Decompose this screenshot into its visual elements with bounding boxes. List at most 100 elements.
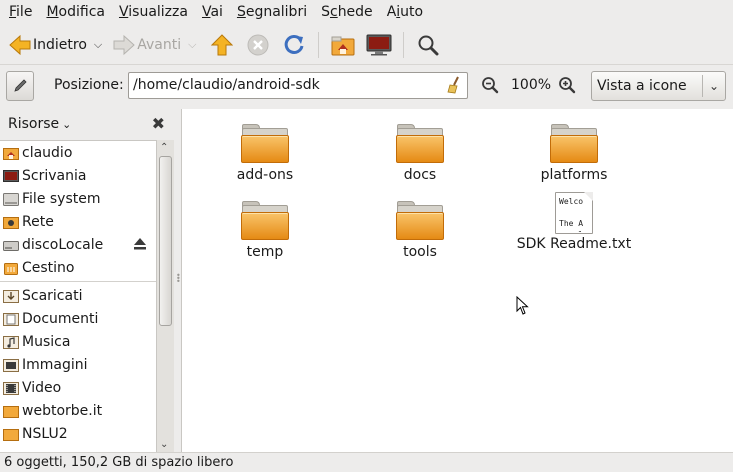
chevron-down-icon: ⌄ [708, 79, 720, 93]
zoom-out-icon[interactable] [481, 76, 499, 94]
mouse-cursor-icon [516, 296, 529, 315]
menubar: File Modifica Visualizza Vai Segnalibri … [0, 0, 733, 24]
stop-icon [247, 34, 269, 55]
toolbar: Indietro ⌵ Avanti ⌵ [0, 25, 733, 65]
sidebar-item-webtorbe[interactable]: webtorbe.it [0, 399, 156, 422]
back-button[interactable]: Indietro [6, 29, 90, 61]
file-name: tools [403, 244, 437, 260]
home-folder-icon [3, 147, 19, 160]
file-name: docs [403, 167, 437, 183]
computer-icon [366, 34, 392, 55]
desktop-icon [3, 169, 19, 182]
search-icon [418, 35, 439, 55]
sidebar-item-cestino[interactable]: Cestino [0, 256, 156, 279]
sidebar-item-immagini[interactable]: Immagini [0, 353, 156, 376]
sidebar-item-documenti[interactable]: Documenti [0, 307, 156, 330]
file-item[interactable]: platforms [509, 123, 639, 193]
folder-icon [3, 428, 19, 441]
text-file-icon: Welco The A popul [555, 192, 593, 234]
location-input[interactable]: /home/claudio/android-sdk [128, 72, 468, 99]
toolbar-separator [318, 31, 320, 58]
file-item[interactable]: Welco The A popul SDK Readme.txt [509, 192, 639, 262]
sidebar-item-label: Rete [22, 213, 54, 230]
documents-folder-icon [3, 312, 19, 326]
forward-button[interactable]: Avanti [110, 29, 184, 61]
pictures-folder-icon [3, 358, 19, 372]
sidebar-item-label: Immagini [22, 356, 88, 373]
sidebar-item-label: Musica [22, 333, 71, 350]
file-item[interactable]: tools [355, 200, 485, 270]
sidebar-item-scrivania[interactable]: Scrivania [0, 164, 156, 187]
sidebar-item-label: discoLocale [22, 236, 104, 253]
back-history-dropdown-icon[interactable]: ⌵ [94, 38, 102, 52]
sidebar-item-scaricati[interactable]: Scaricati [0, 284, 156, 307]
zoom-in-icon[interactable] [558, 76, 576, 94]
computer-button[interactable] [365, 31, 393, 59]
forward-history-dropdown-icon[interactable]: ⌵ [188, 38, 196, 52]
scrollbar-thumb[interactable] [159, 156, 172, 326]
chevron-down-icon[interactable]: ⌄ [62, 118, 71, 131]
file-name: SDK Readme.txt [516, 236, 632, 252]
home-button[interactable] [329, 31, 357, 59]
stop-button[interactable] [244, 31, 272, 59]
folder-icon [396, 200, 444, 240]
file-item[interactable]: temp [200, 200, 330, 270]
sidebar-item-claudio[interactable]: claudio [0, 141, 156, 164]
sidebar-type-select[interactable]: Risorse [0, 116, 59, 132]
up-button[interactable] [208, 31, 236, 59]
folder-icon [241, 123, 289, 163]
reload-icon [285, 34, 304, 54]
back-arrow-icon [9, 34, 31, 55]
menu-vai[interactable]: Vai [195, 0, 230, 24]
file-item[interactable]: docs [355, 123, 485, 193]
sidebar-item-musica[interactable]: Musica [0, 330, 156, 353]
forward-button-label: Avanti [137, 36, 182, 53]
harddisk-icon [3, 192, 19, 206]
menu-modifica[interactable]: Modifica [39, 0, 112, 24]
folder-icon [396, 123, 444, 163]
sidebar-item-file-system[interactable]: File system [0, 187, 156, 210]
folder-icon [550, 123, 598, 163]
eject-icon[interactable] [132, 236, 148, 252]
network-icon [3, 216, 19, 229]
pencil-icon [14, 79, 27, 92]
trash-icon [4, 262, 18, 275]
file-icon-view[interactable]: add-ons docs platforms temp tools Welco … [181, 109, 733, 452]
location-label: Posizione: [54, 77, 124, 93]
home-folder-icon [331, 36, 355, 55]
sidebar-item-nslu2[interactable]: NSLU2 [0, 422, 156, 445]
menu-file[interactable]: File [2, 0, 39, 24]
sidebar-item-label: Scaricati [22, 287, 83, 304]
close-sidebar-icon[interactable]: ✖ [152, 114, 165, 133]
folder-icon [3, 405, 19, 418]
clear-location-icon[interactable] [446, 76, 462, 94]
sidebar-item-label: webtorbe.it [22, 402, 103, 419]
sidebar-item-label: Documenti [22, 310, 99, 327]
sidebar: claudio Scrivania File system Rete disco… [0, 140, 156, 452]
drive-icon [3, 240, 19, 251]
menu-segnalibri[interactable]: Segnalibri [230, 0, 314, 24]
sidebar-item-label: Cestino [22, 259, 75, 276]
pane-resize-handle[interactable]: • • • [174, 109, 181, 452]
scroll-up-icon[interactable]: ⌃ [160, 142, 168, 153]
sidebar-header: Risorse ⌄ ✖ [0, 109, 174, 139]
menu-aiuto[interactable]: Aiuto [380, 0, 430, 24]
menu-visualizza[interactable]: Visualizza [112, 0, 195, 24]
view-mode-select[interactable]: Vista a icone ⌄ [591, 71, 726, 101]
sidebar-item-label: File system [22, 190, 101, 207]
toggle-location-entry-button[interactable] [6, 71, 34, 101]
status-bar: 6 oggetti, 150,2 GB di spazio libero [0, 452, 733, 472]
file-name: add-ons [236, 167, 294, 183]
sidebar-item-video[interactable]: Video [0, 376, 156, 399]
zoom-level[interactable]: 100% [511, 77, 551, 93]
sidebar-item-rete[interactable]: Rete [0, 210, 156, 233]
sidebar-item-discolocale[interactable]: discoLocale [0, 233, 156, 256]
reload-button[interactable] [280, 31, 308, 59]
search-button[interactable] [414, 31, 442, 59]
scroll-down-icon[interactable]: ⌄ [160, 439, 168, 450]
sidebar-item-label: claudio [22, 144, 73, 161]
video-folder-icon [3, 381, 19, 395]
menu-schede[interactable]: Schede [314, 0, 380, 24]
file-item[interactable]: add-ons [200, 123, 330, 193]
sidebar-scrollbar[interactable]: ⌃ ⌄ [156, 140, 174, 452]
